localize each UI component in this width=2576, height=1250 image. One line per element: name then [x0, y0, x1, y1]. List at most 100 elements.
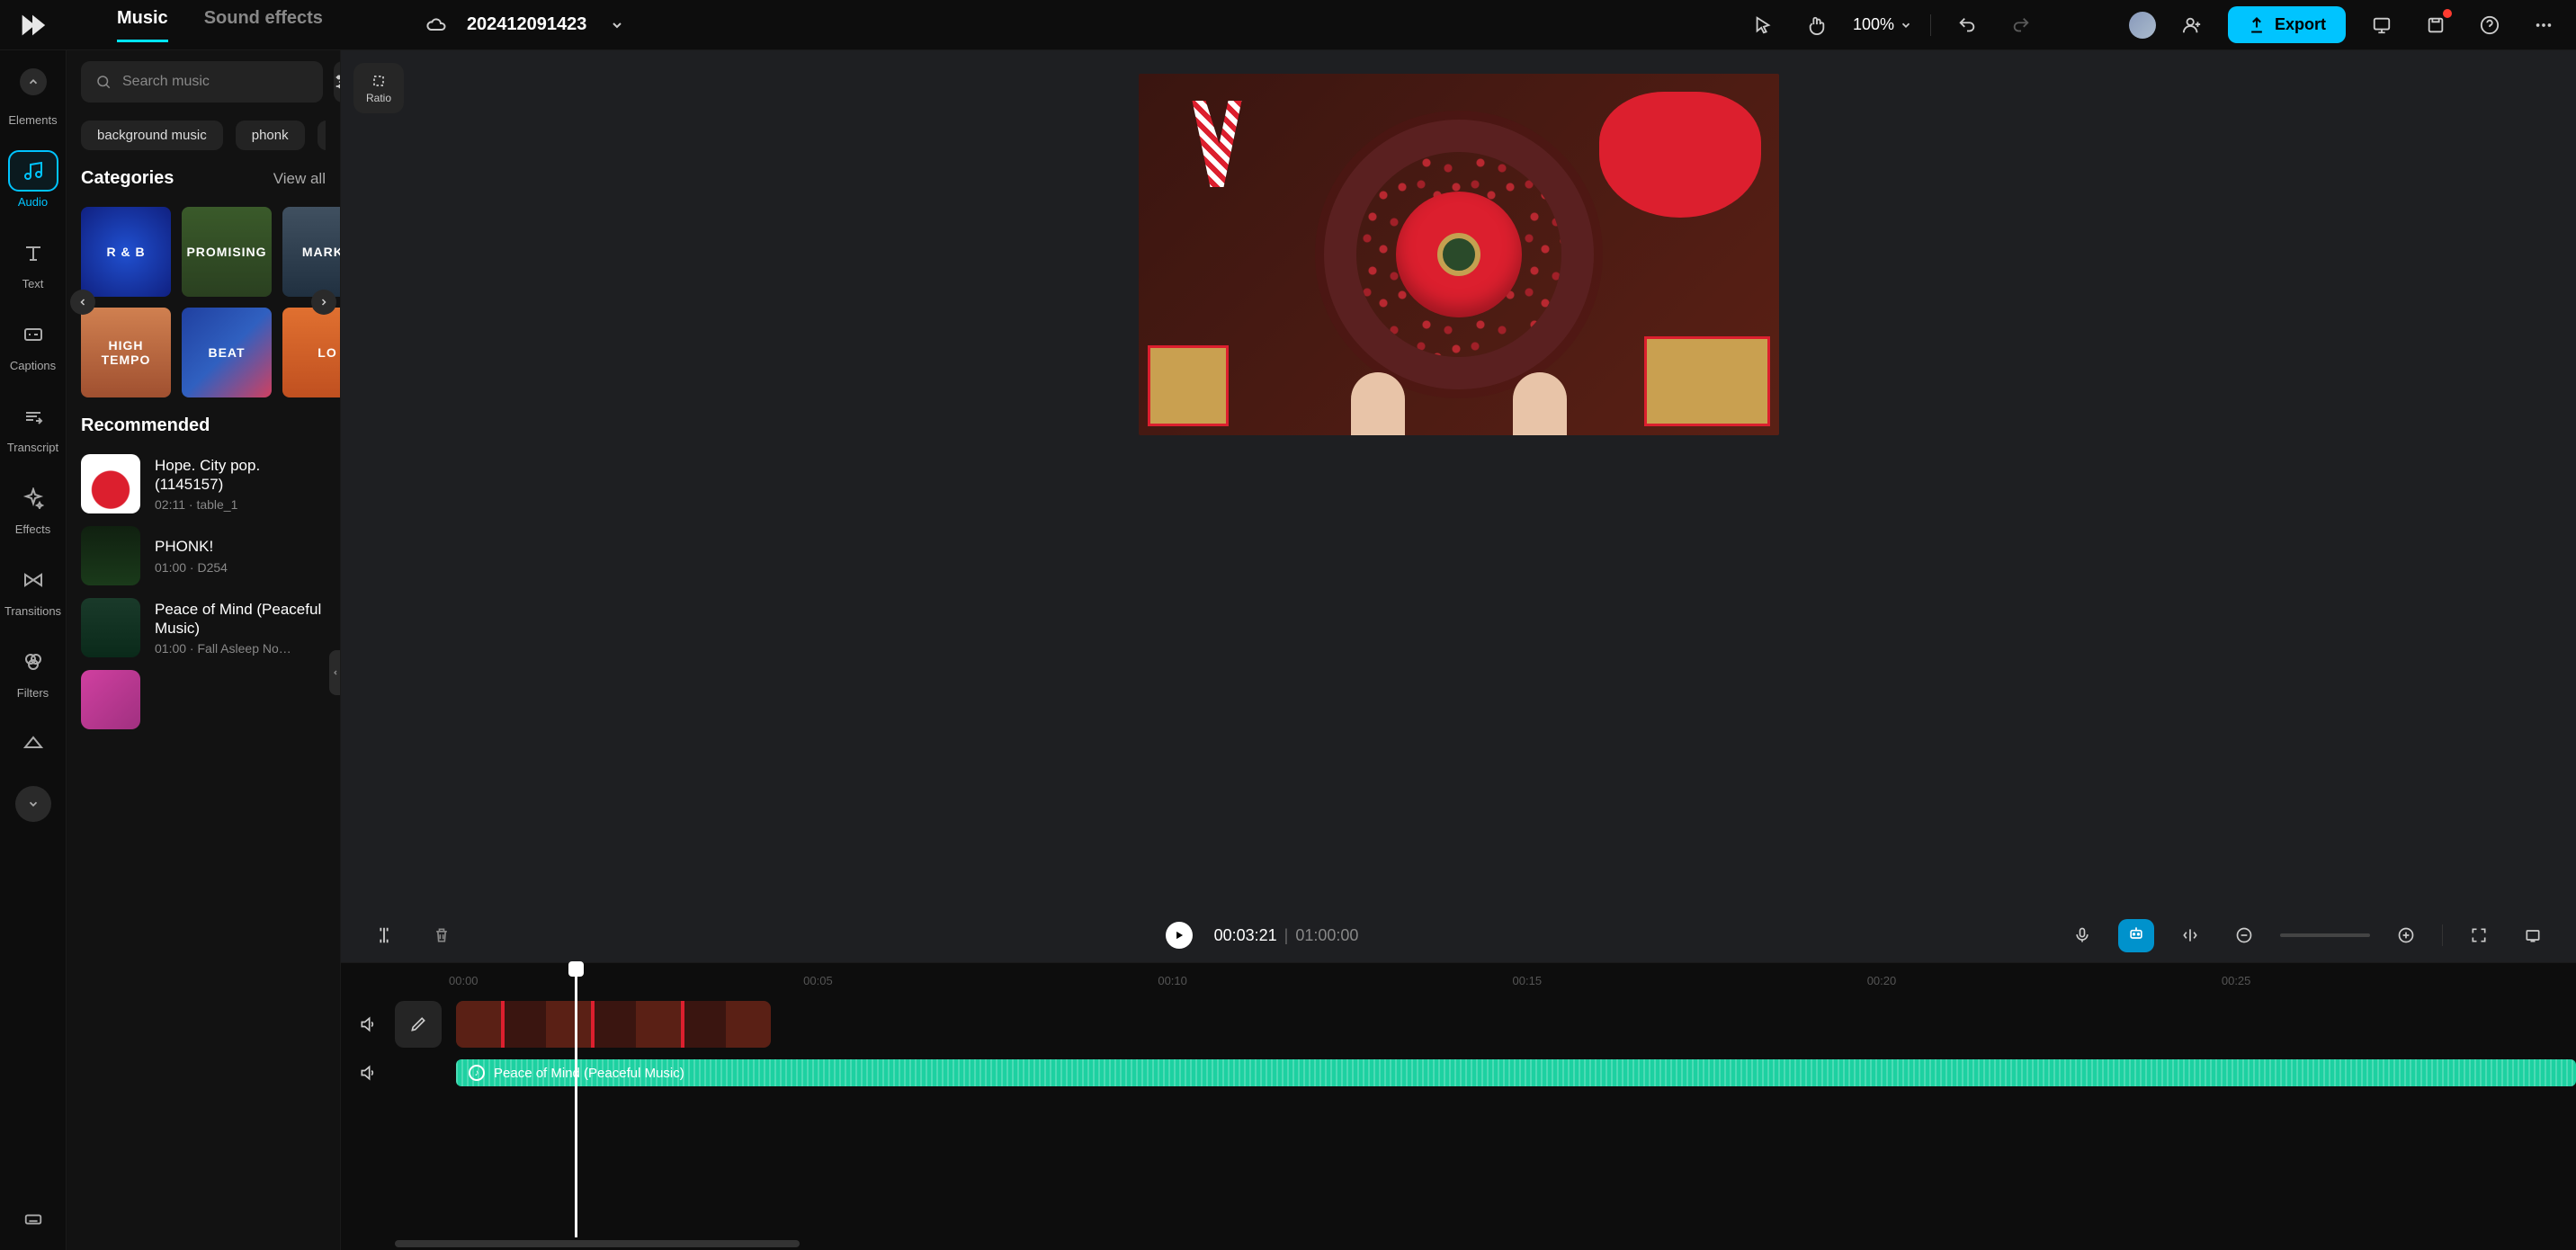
filter-button[interactable] — [334, 61, 340, 103]
chevron-down-icon — [27, 798, 40, 810]
present-icon[interactable] — [2364, 7, 2400, 43]
sidenav-label: Effects — [15, 522, 51, 536]
notifications-icon[interactable] — [2418, 7, 2454, 43]
filters-icon — [22, 651, 44, 673]
fit-screen-icon[interactable] — [2461, 917, 2497, 953]
split-view-icon[interactable] — [2172, 917, 2208, 953]
fullscreen-icon[interactable] — [2515, 917, 2551, 953]
ratio-label: Ratio — [366, 92, 391, 104]
microphone-icon[interactable] — [2064, 917, 2100, 953]
user-avatar[interactable] — [2129, 12, 2156, 39]
time-display: 00:03:21|01:00:00 — [1214, 926, 1359, 945]
cloud-sync-icon[interactable] — [418, 7, 454, 43]
view-all-link[interactable]: View all — [273, 170, 326, 188]
preview-decor — [1351, 372, 1567, 435]
chip-background-music[interactable]: background music — [81, 121, 223, 150]
app-logo[interactable] — [14, 7, 50, 43]
tab-music[interactable]: Music — [117, 8, 168, 42]
search-music-box[interactable] — [81, 61, 323, 103]
playhead[interactable] — [575, 963, 577, 1237]
recommended-item[interactable] — [81, 670, 326, 729]
sidenav-captions[interactable]: Captions — [7, 308, 59, 378]
track-audio-toggle[interactable] — [352, 1008, 384, 1040]
zoom-in-icon[interactable] — [2388, 917, 2424, 953]
zoom-level[interactable]: 100% — [1853, 15, 1912, 34]
sparkle-icon — [22, 487, 44, 509]
ruler-mark: 00:15 — [1513, 963, 1867, 999]
category-tile-hightempo[interactable]: HIGH TEMPO — [81, 308, 171, 397]
transcript-icon — [22, 406, 44, 427]
video-clip[interactable] — [456, 1001, 771, 1048]
timeline-ruler[interactable]: 00:00 00:05 00:10 00:15 00:20 00:25 — [341, 963, 2576, 999]
category-tile-promising[interactable]: PROMISING — [182, 207, 272, 297]
recommended-item[interactable]: Peace of Mind (Peaceful Music) 01:00 · F… — [81, 598, 326, 657]
zoom-out-icon[interactable] — [2226, 917, 2262, 953]
export-button[interactable]: Export — [2228, 6, 2346, 43]
video-preview[interactable] — [1139, 74, 1779, 435]
split-tool-icon[interactable] — [366, 917, 402, 953]
category-tile-rnb[interactable]: R & B — [81, 207, 171, 297]
track-edit-button[interactable] — [395, 1001, 442, 1048]
project-name[interactable]: 202412091423 — [467, 14, 586, 35]
search-icon — [95, 74, 112, 90]
delete-icon[interactable] — [424, 917, 460, 953]
cursor-tool-icon[interactable] — [1745, 7, 1781, 43]
sidenav-collapse[interactable] — [20, 68, 47, 95]
sidenav-transcript[interactable]: Transcript — [7, 390, 59, 460]
track-meta: 01:00 · Fall Asleep No… — [155, 641, 326, 656]
sidenav-label: Text — [22, 277, 44, 290]
category-tile-marketing[interactable]: MARKE — [282, 207, 340, 297]
sidenav-more[interactable] — [15, 786, 51, 822]
track-thumbnail — [81, 526, 140, 585]
category-next[interactable] — [311, 290, 336, 315]
category-tile-lofi[interactable]: LO — [282, 308, 340, 397]
sidenav-audio[interactable]: Audio — [7, 145, 59, 214]
sliders-icon — [334, 73, 340, 91]
scrollbar-thumb[interactable] — [395, 1240, 800, 1247]
play-button[interactable] — [1166, 922, 1193, 949]
ruler-mark: 00:00 — [449, 963, 803, 999]
recommended-item[interactable]: PHONK! 01:00 · D254 — [81, 526, 326, 585]
add-user-icon[interactable] — [2174, 7, 2210, 43]
category-tile-beat[interactable]: BEAT — [182, 308, 272, 397]
music-badge-icon: ♪ — [469, 1065, 485, 1081]
undo-icon[interactable] — [1949, 7, 1985, 43]
ai-tool-active[interactable] — [2118, 919, 2154, 952]
sidenav-label: Elements — [8, 113, 57, 127]
categories-heading: Categories — [81, 168, 174, 189]
hand-tool-icon[interactable] — [1799, 7, 1835, 43]
more-menu-icon[interactable] — [2526, 7, 2562, 43]
redo-icon[interactable] — [2003, 7, 2039, 43]
preview-decor — [1599, 92, 1761, 218]
tab-sound-effects[interactable]: Sound effects — [204, 8, 323, 42]
project-dropdown-icon[interactable] — [599, 7, 635, 43]
ruler-mark: 00:20 — [1867, 963, 2222, 999]
ratio-tool[interactable]: Ratio — [353, 63, 404, 113]
sidenav-transitions[interactable]: Transitions — [7, 554, 59, 623]
sidenav-filters[interactable]: Filters — [7, 636, 59, 705]
speaker-icon — [359, 1064, 377, 1082]
zoom-slider[interactable] — [2280, 933, 2370, 937]
keyboard-icon[interactable] — [15, 1201, 51, 1237]
help-icon[interactable] — [2472, 7, 2508, 43]
sidenav-effects[interactable]: Effects — [7, 472, 59, 541]
search-input[interactable] — [122, 74, 309, 90]
track-thumbnail — [81, 670, 140, 729]
sidenav-brand[interactable] — [7, 718, 59, 770]
audio-clip[interactable]: ♪ Peace of Mind (Peaceful Music) — [456, 1059, 2576, 1086]
sidenav-elements[interactable]: Elements — [7, 108, 59, 132]
divider — [1930, 14, 1931, 36]
timeline-scrollbar[interactable] — [341, 1237, 2576, 1250]
chip-phonk[interactable]: phonk — [236, 121, 305, 150]
preview-decor — [1644, 336, 1770, 426]
recommended-item[interactable]: Hope. City pop. (1145157) 02:11 · table_… — [81, 454, 326, 513]
chevron-right-icon — [318, 297, 329, 308]
chevron-down-icon — [1900, 19, 1912, 31]
category-prev[interactable] — [70, 290, 95, 315]
sidenav-text[interactable]: Text — [7, 227, 59, 296]
track-audio-toggle[interactable] — [352, 1057, 384, 1089]
chevron-up-icon — [27, 76, 40, 88]
track-title: Hope. City pop. (1145157) — [155, 456, 326, 495]
panel-collapse-handle[interactable] — [329, 650, 341, 695]
chip-happy[interactable]: Happ — [318, 121, 326, 150]
